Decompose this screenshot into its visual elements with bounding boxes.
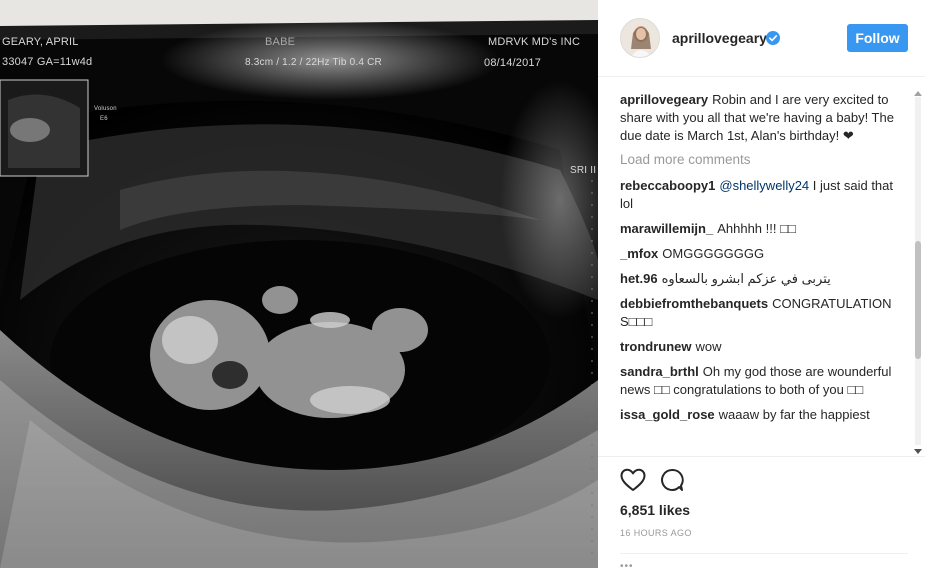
likes-count[interactable]: 6,851 likes — [620, 502, 690, 518]
comment-username[interactable]: sandra_brthl — [620, 364, 699, 379]
comment-item: marawillemijn_ Ahhhhh !!! □□ — [620, 220, 894, 238]
comment-item: het.96 يتربى في عزكم ابشرو بالسعاوه — [620, 270, 894, 288]
us-e6-label: E6 — [100, 116, 108, 122]
post-username[interactable]: aprillovegeary — [672, 30, 767, 46]
post-timestamp: 16 HOURS AGO — [620, 528, 692, 538]
comment-text: يتربى في عزكم ابشرو بالسعاوه — [661, 271, 831, 286]
caption-username[interactable]: aprillovegeary — [620, 92, 708, 107]
comment-item: trondrunew wow — [620, 338, 894, 356]
scroll-thumb[interactable] — [915, 241, 921, 359]
comment-mention[interactable]: @shellywelly24 — [719, 178, 809, 193]
comment-text: waaaw by far the happiest — [718, 407, 870, 422]
load-more-comments-link[interactable]: Load more comments — [620, 151, 894, 169]
heart-icon[interactable] — [620, 468, 646, 492]
follow-button[interactable]: Follow — [847, 24, 908, 52]
us-patient-name: GEARY, APRIL — [2, 36, 79, 48]
comment-item: _mfox OMGGGGGGGG — [620, 245, 894, 263]
comment-text: Ahhhhh !!! □□ — [717, 221, 796, 236]
divider — [620, 553, 908, 554]
comment-username[interactable]: debbiefromthebanquets — [620, 296, 768, 311]
scroll-down-arrow-icon[interactable] — [914, 449, 922, 454]
post-photo[interactable]: GEARY, APRIL 33047 GA=11w4d BABE 8.3cm /… — [0, 0, 598, 568]
avatar-image — [621, 19, 659, 57]
comments-scrollbar[interactable] — [912, 91, 922, 455]
comment-username[interactable]: issa_gold_rose — [620, 407, 715, 422]
comment-text: OMGGGGGGGG — [662, 246, 765, 261]
comment-item: rebeccaboopy1 @shellywelly24 I just said … — [620, 177, 894, 213]
comment-username[interactable]: trondrunew — [620, 339, 692, 354]
comment-username[interactable]: rebeccaboopy1 — [620, 178, 715, 193]
comment-item: debbiefromthebanquets CONGRATULATIONS□□□ — [620, 295, 894, 331]
ultrasound-image — [0, 0, 598, 568]
more-options-icon[interactable]: ••• — [620, 561, 634, 568]
comment-item: sandra_brthl Oh my god those are wounderf… — [620, 363, 894, 399]
post-caption: aprillovegeary Robin and I are very excit… — [620, 91, 894, 145]
us-clinic: MDRVK MD's INC — [488, 36, 581, 48]
us-date: 08/14/2017 — [484, 57, 542, 69]
comment-username[interactable]: marawillemijn_ — [620, 221, 713, 236]
us-voluson-label: Voluson — [94, 106, 117, 112]
us-sri-label: SRI II — [570, 165, 597, 176]
us-probe-settings: 8.3cm / 1.2 / 22Hz Tib 0.4 CR — [245, 57, 382, 68]
comment-item: issa_gold_rose waaaw by far the happiest — [620, 406, 894, 424]
us-gestational-age: 33047 GA=11w4d — [2, 56, 93, 68]
post-actions: 6,851 likes 16 HOURS AGO ••• — [598, 456, 925, 568]
scroll-up-arrow-icon[interactable] — [914, 91, 922, 96]
verified-badge-icon — [766, 31, 780, 45]
avatar[interactable] — [620, 18, 660, 58]
comments-list[interactable]: aprillovegeary Robin and I are very excit… — [620, 91, 894, 455]
comment-bubble-icon[interactable] — [660, 468, 684, 492]
comment-text: wow — [695, 339, 722, 354]
comment-username[interactable]: _mfox — [620, 246, 658, 261]
post-header: aprillovegeary Follow — [598, 0, 925, 77]
comment-username[interactable]: het.96 — [620, 271, 658, 286]
us-center: BABE — [265, 36, 296, 48]
post-details-panel: aprillovegeary Follow aprillovegeary Robi… — [598, 0, 925, 568]
